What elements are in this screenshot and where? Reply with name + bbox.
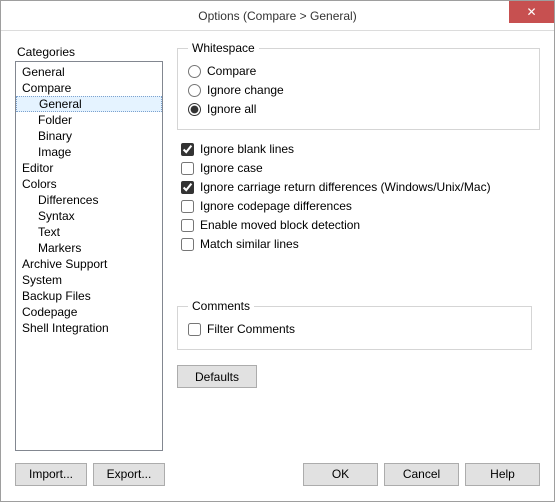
whitespace-compare-radio[interactable] bbox=[188, 65, 201, 78]
whitespace-group: Whitespace Compare Ignore change Ignore … bbox=[177, 41, 540, 130]
tree-item[interactable]: System bbox=[16, 272, 162, 288]
filter-comments-row[interactable]: Filter Comments bbox=[188, 320, 521, 338]
footer-left: Import... Export... bbox=[15, 463, 165, 486]
close-icon: ✕ bbox=[526, 6, 536, 18]
tree-item[interactable]: Editor bbox=[16, 160, 162, 176]
tree-item-label: Text bbox=[38, 225, 60, 239]
ignore-cr-row[interactable]: Ignore carriage return differences (Wind… bbox=[181, 178, 540, 196]
tree-item[interactable]: Text bbox=[16, 224, 162, 240]
tree-item[interactable]: Archive Support bbox=[16, 256, 162, 272]
tree-item[interactable]: Binary bbox=[16, 128, 162, 144]
filter-comments-label: Filter Comments bbox=[207, 322, 295, 336]
categories-tree[interactable]: General Compare General Folder Binary Image Ed… bbox=[15, 61, 163, 451]
ignore-case-checkbox[interactable] bbox=[181, 162, 194, 175]
tree-item-label: General bbox=[22, 65, 65, 79]
tree-item[interactable]: Syntax bbox=[16, 208, 162, 224]
defaults-button[interactable]: Defaults bbox=[177, 365, 257, 388]
ignore-case-row[interactable]: Ignore case bbox=[181, 159, 540, 177]
tree-item-label: Differences bbox=[38, 193, 98, 207]
tree-item-label: Shell Integration bbox=[22, 321, 109, 335]
comments-group: Comments Filter Comments bbox=[177, 299, 532, 350]
tree-item[interactable]: Markers bbox=[16, 240, 162, 256]
close-button[interactable]: ✕ bbox=[509, 1, 554, 23]
sidebar: Categories General Compare General Folder Bi… bbox=[15, 41, 163, 451]
moved-block-checkbox[interactable] bbox=[181, 219, 194, 232]
moved-block-row[interactable]: Enable moved block detection bbox=[181, 216, 540, 234]
tree-item[interactable]: Image bbox=[16, 144, 162, 160]
whitespace-ignore-all-label: Ignore all bbox=[207, 102, 256, 116]
ignore-codepage-checkbox[interactable] bbox=[181, 200, 194, 213]
whitespace-ignore-change-radio[interactable] bbox=[188, 84, 201, 97]
tree-item[interactable]: Codepage bbox=[16, 304, 162, 320]
tree-item-label: Archive Support bbox=[22, 257, 107, 271]
whitespace-ignore-all-radio[interactable] bbox=[188, 103, 201, 116]
ignore-codepage-row[interactable]: Ignore codepage differences bbox=[181, 197, 540, 215]
ignore-blank-lines-label: Ignore blank lines bbox=[200, 142, 294, 156]
tree-item-label: Codepage bbox=[22, 305, 77, 319]
defaults-wrap: Defaults bbox=[177, 365, 257, 388]
tree-item-label: Folder bbox=[38, 113, 72, 127]
ignore-codepage-label: Ignore codepage differences bbox=[200, 199, 352, 213]
tree-item-label: System bbox=[22, 273, 62, 287]
whitespace-compare-row[interactable]: Compare bbox=[188, 62, 529, 80]
tree-item-label: Compare bbox=[22, 81, 71, 95]
help-button[interactable]: Help bbox=[465, 463, 540, 486]
tree-item-label: Markers bbox=[38, 241, 81, 255]
match-similar-label: Match similar lines bbox=[200, 237, 299, 251]
match-similar-row[interactable]: Match similar lines bbox=[181, 235, 540, 253]
footer-right: OK Cancel Help bbox=[303, 463, 540, 486]
cancel-button[interactable]: Cancel bbox=[384, 463, 459, 486]
dialog-body: Categories General Compare General Folder Bi… bbox=[1, 31, 554, 457]
whitespace-ignore-change-label: Ignore change bbox=[207, 83, 284, 97]
options-window: Options (Compare > General) ✕ Categories… bbox=[0, 0, 555, 502]
whitespace-ignore-change-row[interactable]: Ignore change bbox=[188, 81, 529, 99]
whitespace-ignore-all-row[interactable]: Ignore all bbox=[188, 100, 529, 118]
tree-item-label: Syntax bbox=[38, 209, 75, 223]
comments-legend: Comments bbox=[188, 299, 254, 313]
tree-item[interactable]: Colors bbox=[16, 176, 162, 192]
ok-button[interactable]: OK bbox=[303, 463, 378, 486]
export-button[interactable]: Export... bbox=[93, 463, 165, 486]
ignore-blank-lines-row[interactable]: Ignore blank lines bbox=[181, 140, 540, 158]
ignore-cr-label: Ignore carriage return differences (Wind… bbox=[200, 180, 491, 194]
filter-comments-checkbox[interactable] bbox=[188, 323, 201, 336]
window-title: Options (Compare > General) bbox=[198, 9, 356, 23]
tree-item-label: Colors bbox=[22, 177, 57, 191]
compare-options: Ignore blank lines Ignore case Ignore ca… bbox=[181, 140, 540, 253]
tree-item[interactable]: General bbox=[16, 64, 162, 80]
whitespace-legend: Whitespace bbox=[188, 41, 259, 55]
settings-panel: Whitespace Compare Ignore change Ignore … bbox=[177, 41, 540, 451]
tree-item[interactable]: Compare bbox=[16, 80, 162, 96]
titlebar: Options (Compare > General) ✕ bbox=[1, 1, 554, 31]
tree-item[interactable]: Differences bbox=[16, 192, 162, 208]
whitespace-compare-label: Compare bbox=[207, 64, 256, 78]
tree-item[interactable]: General bbox=[16, 96, 162, 112]
tree-item[interactable]: Shell Integration bbox=[16, 320, 162, 336]
match-similar-checkbox[interactable] bbox=[181, 238, 194, 251]
import-button[interactable]: Import... bbox=[15, 463, 87, 486]
moved-block-label: Enable moved block detection bbox=[200, 218, 360, 232]
ignore-cr-checkbox[interactable] bbox=[181, 181, 194, 194]
ignore-blank-lines-checkbox[interactable] bbox=[181, 143, 194, 156]
tree-item-label: General bbox=[39, 97, 82, 111]
tree-item-label: Image bbox=[38, 145, 71, 159]
tree-item-label: Backup Files bbox=[22, 289, 91, 303]
tree-item[interactable]: Folder bbox=[16, 112, 162, 128]
ignore-case-label: Ignore case bbox=[200, 161, 263, 175]
categories-label: Categories bbox=[17, 45, 163, 59]
footer: Import... Export... OK Cancel Help bbox=[1, 457, 554, 501]
tree-item-label: Editor bbox=[22, 161, 53, 175]
tree-item[interactable]: Backup Files bbox=[16, 288, 162, 304]
tree-item-label: Binary bbox=[38, 129, 72, 143]
